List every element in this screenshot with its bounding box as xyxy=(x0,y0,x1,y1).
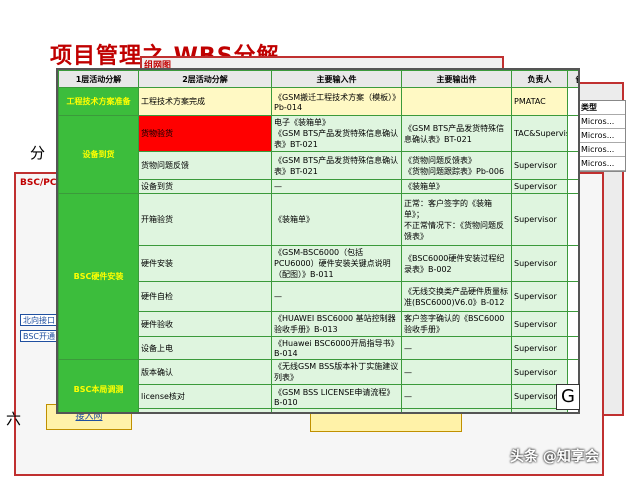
task-cell: 货物验货 xyxy=(138,115,272,152)
header-note: 备 xyxy=(567,70,578,88)
wbs-table-window: 1层活动分解 2层活动分解 主要输入件 主要输出件 负责人 备 工程技术方案准备… xyxy=(56,68,580,414)
left-char-2: 六 xyxy=(6,410,22,428)
owner-cell: Supervisor xyxy=(511,179,568,194)
header-level2: 2层活动分解 xyxy=(138,70,272,88)
header-level1: 1层活动分解 xyxy=(58,70,139,88)
wbs-table: 1层活动分解 2层活动分解 主要输入件 主要输出件 负责人 备 工程技术方案准备… xyxy=(58,70,578,412)
watermark: 头条 @知享会 xyxy=(510,449,599,465)
note-cell xyxy=(567,179,578,194)
task-cell: 硬件自检 xyxy=(138,281,272,312)
table-row: 设备到货 货物验货 电子《装箱单》 《GSM BTS产品发货特殊信息确认表》BT-0… xyxy=(58,115,578,194)
micro-row: Micros... xyxy=(579,115,625,129)
header-output: 主要输出件 xyxy=(401,70,512,88)
header-owner: 负责人 xyxy=(511,70,568,88)
task-cell: 开箱验货 xyxy=(138,193,272,246)
input-cell: 《GSM搬迁工程技术方案（模板）》Pb-014 xyxy=(271,87,402,116)
input-cell: 《无线GSM BSS版本补丁实施建议列表》 xyxy=(271,359,402,385)
note-cell xyxy=(567,359,578,385)
owner-cell: Supervisor xyxy=(511,193,568,246)
task-cell: 工程技术方案完成 xyxy=(138,87,272,116)
note-cell xyxy=(567,281,578,312)
note-cell xyxy=(567,245,578,282)
output-cell: 《装箱单》 xyxy=(401,179,512,194)
phase-cell: 工程技术方案准备 xyxy=(58,87,139,116)
note-cell xyxy=(567,151,578,180)
task-cell: 货物问题反馈 xyxy=(138,151,272,180)
output-cell: 《货物问题反馈表》 《货物问题跟踪表》Pb-006 xyxy=(401,151,512,180)
input-cell: 《装箱单》 xyxy=(271,193,402,246)
output-cell xyxy=(401,408,512,412)
note-cell xyxy=(567,115,578,152)
output-cell: 《无线交换类产品硬件质量标准(BSC6000)V6.0》B-012 xyxy=(401,281,512,312)
task-cell: 设备到货 xyxy=(138,179,272,194)
header-input: 主要输入件 xyxy=(271,70,402,88)
task-cell xyxy=(138,408,272,412)
g-mark: G xyxy=(556,384,580,410)
owner-cell: Supervisor xyxy=(511,359,568,385)
output-cell: — xyxy=(401,359,512,385)
owner-cell: PMATAC xyxy=(511,87,568,116)
owner-cell: Supervisor xyxy=(511,336,568,360)
bottom-yellow-box-2 xyxy=(310,412,462,432)
note-cell xyxy=(567,87,578,116)
output-cell: 正常：客户签字的《装箱单》； 不正常情况下：《货物问题反馈表》 xyxy=(401,193,512,246)
phase-cell: 设备到货 xyxy=(58,115,139,194)
output-cell: 客户签字确认的《BSC6000验收手册》 xyxy=(401,311,512,337)
note-cell xyxy=(567,336,578,360)
output-cell: 《BSC6000硬件安装过程纪录表》B-002 xyxy=(401,245,512,282)
left-char-1: 分 xyxy=(30,144,46,162)
table-body: 工程技术方案准备 工程技术方案完成 《GSM搬迁工程技术方案（模板）》Pb-014 P… xyxy=(58,87,578,412)
table-row: BSC硬件安装 开箱验货 《装箱单》 正常：客户签字的《装箱单》； 不正常情况下：《货… xyxy=(58,193,578,360)
note-cell xyxy=(567,311,578,337)
task-cell: 硬件验收 xyxy=(138,311,272,337)
micro-row: Micros... xyxy=(579,157,625,171)
phase-cell: BSC硬件安装 xyxy=(58,193,139,360)
input-cell xyxy=(271,408,402,412)
task-cell: license核对 xyxy=(138,384,272,409)
table-header-row: 1层活动分解 2层活动分解 主要输入件 主要输出件 负责人 备 xyxy=(58,70,578,88)
note-cell xyxy=(567,193,578,246)
output-cell: — xyxy=(401,384,512,409)
input-cell: 《GSM BTS产品发货特殊信息确认表》BT-021 xyxy=(271,151,402,180)
task-cell: 设备上电 xyxy=(138,336,272,360)
micro-row: Micros... xyxy=(579,143,625,157)
task-cell: 硬件安装 xyxy=(138,245,272,282)
owner-cell: Supervisor xyxy=(511,281,568,312)
owner-cell: TAC&Supervisor xyxy=(511,115,568,152)
input-cell: 《GSM BSS LICENSE申请流程》B-010 xyxy=(271,384,402,409)
micro-row: Micros... xyxy=(579,129,625,143)
input-cell: — xyxy=(271,281,402,312)
input-cell: 《GSM-BSC6000（包括PCU6000）硬件安装关键点说明（配图）》B-0… xyxy=(271,245,402,282)
micro-header: 类型 xyxy=(579,101,625,115)
input-cell: 《HUAWEI BSC6000 基站控制器验收手册》B-013 xyxy=(271,311,402,337)
input-cell: 《Huawei BSC6000开局指导书》B-014 xyxy=(271,336,402,360)
phase-cell: BSC本局调测 xyxy=(58,359,139,412)
micro-list: 类型 Micros... Micros... Micros... Micros.… xyxy=(578,100,626,172)
output-cell: 《GSM BTS产品发货特殊信息确认表》BT-021 xyxy=(401,115,512,152)
owner-cell: Supervisor xyxy=(511,311,568,337)
table-row: BSC本局调测 版本确认 《无线GSM BSS版本补丁实施建议列表》 — Supervi… xyxy=(58,359,578,412)
task-cell: 版本确认 xyxy=(138,359,272,385)
output-cell xyxy=(401,87,512,116)
output-cell: — xyxy=(401,336,512,360)
input-cell: 电子《装箱单》 《GSM BTS产品发货特殊信息确认表》BT-021 xyxy=(271,115,402,152)
table-row: 工程技术方案准备 工程技术方案完成 《GSM搬迁工程技术方案（模板）》Pb-014 P… xyxy=(58,87,578,116)
owner-cell: Supervisor xyxy=(511,245,568,282)
owner-cell: Supervisor xyxy=(511,151,568,180)
input-cell: — xyxy=(271,179,402,194)
